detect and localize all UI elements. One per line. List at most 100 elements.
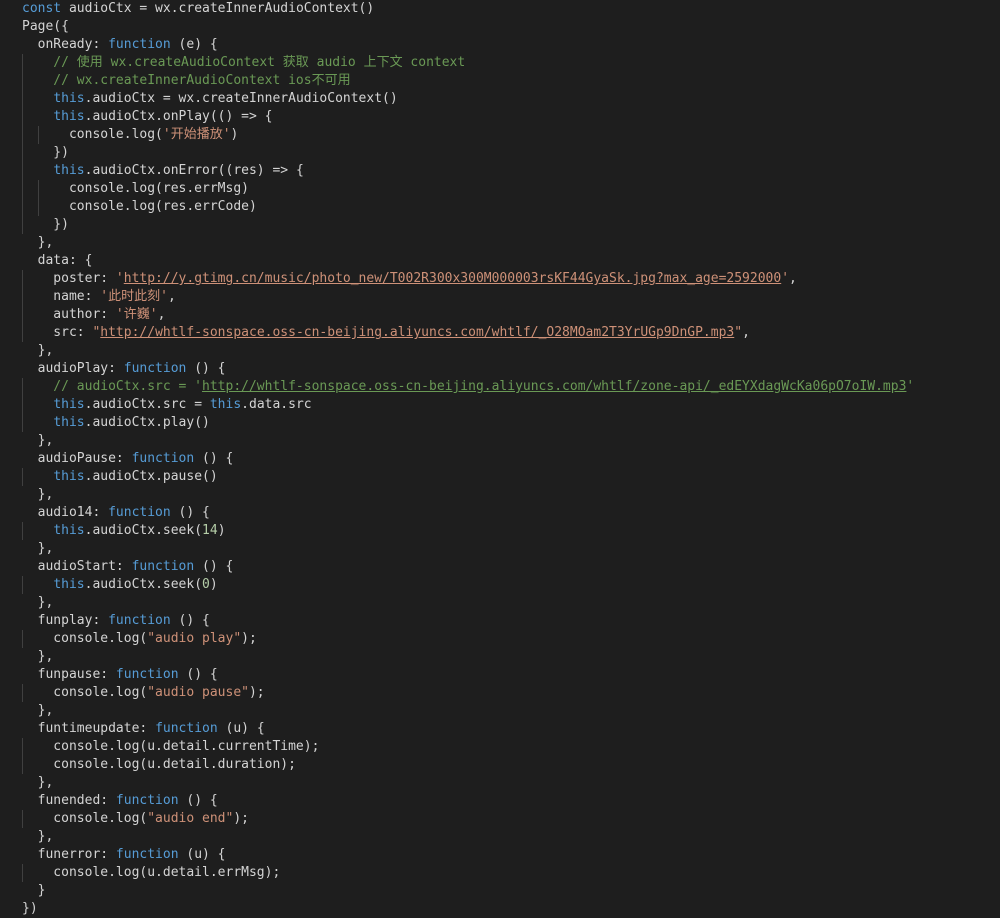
- code-line[interactable]: }): [22, 216, 69, 234]
- code-line[interactable]: // wx.createInnerAudioContext ios不可用: [22, 72, 350, 90]
- code-line[interactable]: // audioCtx.src = 'http://whtlf-sonspace…: [22, 378, 914, 396]
- code-line[interactable]: audioPlay: function () {: [22, 360, 226, 378]
- code-line[interactable]: },: [22, 648, 54, 666]
- code-token: ): [230, 127, 239, 142]
- code-token: funended:: [22, 793, 116, 808]
- code-line[interactable]: Page({: [22, 18, 69, 36]
- code-token: "audio play": [147, 631, 242, 646]
- code-token: funtimeupdate:: [22, 721, 156, 736]
- code-line[interactable]: funtimeupdate: function (u) {: [22, 720, 265, 738]
- code-token: data: {: [22, 253, 93, 268]
- code-token: function: [115, 667, 179, 682]
- code-line[interactable]: audioStart: function () {: [22, 558, 234, 576]
- code-token: ): [217, 523, 226, 538]
- code-line[interactable]: funerror: function (u) {: [22, 846, 226, 864]
- code-token: '此时此刻': [100, 289, 168, 304]
- code-line[interactable]: },: [22, 432, 54, 450]
- code-line[interactable]: funpause: function () {: [22, 666, 218, 684]
- code-line[interactable]: console.log(res.errMsg): [22, 180, 249, 198]
- code-line[interactable]: this.audioCtx.src = this.data.src: [22, 396, 311, 414]
- code-line[interactable]: console.log("audio play");: [22, 630, 257, 648]
- code-token: () {: [170, 505, 210, 520]
- code-line[interactable]: console.log(u.detail.currentTime);: [22, 738, 319, 756]
- code-line[interactable]: },: [22, 234, 54, 252]
- code-line[interactable]: poster: 'http://y.gtimg.cn/music/photo_n…: [22, 270, 797, 288]
- code-line[interactable]: audioPause: function () {: [22, 450, 234, 468]
- code-token: console.log(u.detail.currentTime);: [22, 739, 320, 754]
- code-line[interactable]: // 使用 wx.createAudioContext 获取 audio 上下文…: [22, 54, 465, 72]
- code-line[interactable]: },: [22, 828, 54, 846]
- code-token: .audioCtx.seek(: [84, 577, 203, 592]
- code-token: ': [115, 271, 124, 286]
- code-line[interactable]: name: '此时此刻',: [22, 288, 175, 306]
- code-token: this: [53, 397, 85, 412]
- code-token: funerror:: [22, 847, 116, 862]
- code-token: onReady:: [22, 37, 109, 52]
- code-token: .audioCtx.play(): [84, 415, 210, 430]
- code-token: function: [108, 37, 171, 52]
- code-token: function: [115, 793, 179, 808]
- code-line[interactable]: console.log("audio end");: [22, 810, 249, 828]
- code-line[interactable]: this.audioCtx = wx.createInnerAudioConte…: [22, 90, 397, 108]
- code-token: );: [248, 685, 265, 700]
- code-token: function: [131, 559, 195, 574]
- code-token: ': [906, 379, 915, 394]
- code-token: const: [22, 1, 62, 16]
- code-token: http://y.gtimg.cn/music/photo_new/T002R3…: [123, 271, 782, 286]
- code-line[interactable]: const audioCtx = wx.createInnerAudioCont…: [22, 0, 374, 18]
- code-line[interactable]: console.log(res.errCode): [22, 198, 257, 216]
- code-line[interactable]: },: [22, 594, 54, 612]
- code-line[interactable]: this.audioCtx.onPlay(() => {: [22, 108, 272, 126]
- code-token: this: [53, 163, 85, 178]
- code-token: name:: [22, 289, 101, 304]
- code-line[interactable]: data: {: [22, 252, 93, 270]
- code-line[interactable]: funended: function () {: [22, 792, 218, 810]
- code-token: },: [22, 343, 54, 358]
- code-line[interactable]: src: "http://whtlf-sonspace.oss-cn-beiji…: [22, 324, 750, 342]
- code-token: '许巍': [115, 307, 158, 322]
- code-line[interactable]: },: [22, 774, 54, 792]
- code-token: () {: [194, 559, 234, 574]
- code-token: );: [233, 811, 249, 826]
- code-token: () {: [170, 613, 210, 628]
- code-line[interactable]: funplay: function () {: [22, 612, 210, 630]
- code-token: }): [22, 217, 69, 232]
- code-token: function: [108, 613, 171, 628]
- code-line[interactable]: },: [22, 486, 54, 504]
- code-token: http://whtlf-sonspace.oss-cn-beijing.ali…: [100, 325, 735, 340]
- code-line[interactable]: audio14: function () {: [22, 504, 210, 522]
- code-token: 0: [202, 577, 210, 592]
- code-token: src:: [22, 325, 93, 340]
- code-line[interactable]: }): [22, 144, 69, 162]
- code-line[interactable]: this.audioCtx.seek(0): [22, 576, 217, 594]
- code-line[interactable]: console.log("audio pause");: [22, 684, 265, 702]
- code-line[interactable]: }): [22, 900, 38, 918]
- code-token: this: [53, 109, 85, 124]
- code-line[interactable]: }: [22, 882, 46, 900]
- code-line[interactable]: console.log(u.detail.errMsg);: [22, 864, 280, 882]
- code-line[interactable]: this.audioCtx.seek(14): [22, 522, 226, 540]
- code-editor[interactable]: const audioCtx = wx.createInnerAudioCont…: [0, 0, 1000, 918]
- code-line[interactable]: },: [22, 342, 54, 360]
- code-token: function: [108, 505, 171, 520]
- code-line[interactable]: this.audioCtx.pause(): [22, 468, 217, 486]
- code-token: ,: [789, 271, 797, 286]
- code-token: // 使用 wx.createAudioContext 获取 audio 上下文…: [22, 55, 466, 70]
- code-line[interactable]: console.log('开始播放'): [22, 126, 238, 144]
- code-line[interactable]: this.audioCtx.onError((res) => {: [22, 162, 303, 180]
- code-token: (e) {: [170, 37, 218, 52]
- code-line[interactable]: console.log(u.detail.duration);: [22, 756, 296, 774]
- code-line[interactable]: this.audioCtx.play(): [22, 414, 210, 432]
- code-token: ': [781, 271, 790, 286]
- code-token: "audio pause": [147, 685, 249, 700]
- code-line[interactable]: },: [22, 702, 54, 720]
- code-line[interactable]: onReady: function (e) {: [22, 36, 218, 54]
- code-line[interactable]: author: '许巍',: [22, 306, 165, 324]
- code-token: }): [22, 145, 69, 160]
- code-token: function: [155, 721, 218, 736]
- code-token: Page({: [22, 19, 69, 34]
- code-line[interactable]: },: [22, 540, 54, 558]
